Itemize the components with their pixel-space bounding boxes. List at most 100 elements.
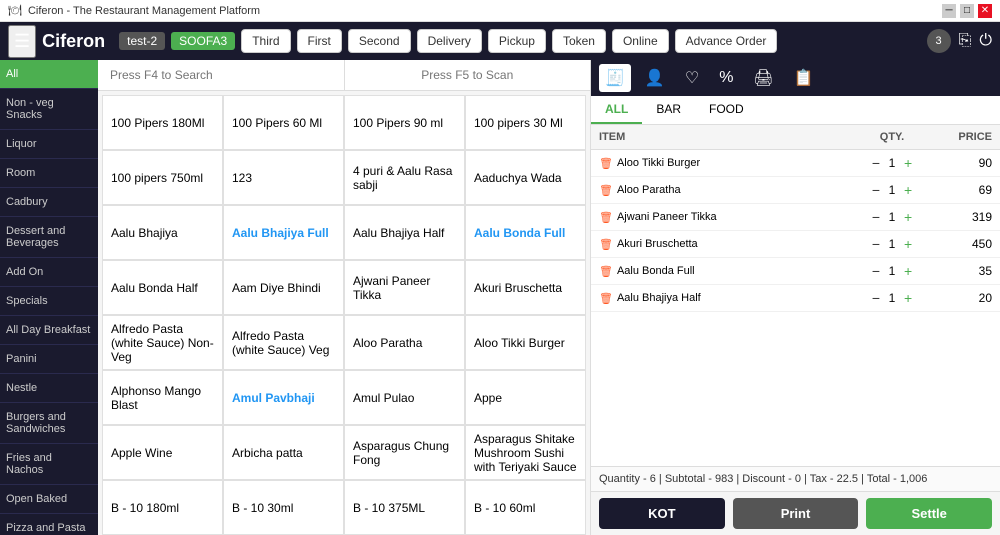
tab-food[interactable]: FOOD bbox=[695, 96, 758, 124]
food-item[interactable]: Ajwani Paneer Tikka bbox=[344, 260, 465, 315]
food-item[interactable]: Aalu Bhajiya Full bbox=[223, 205, 344, 260]
food-item[interactable]: Amul Pulao bbox=[344, 370, 465, 425]
tab-token[interactable]: Token bbox=[552, 29, 606, 53]
qty-increase[interactable]: + bbox=[904, 209, 912, 225]
food-item[interactable]: Aalu Bonda Full bbox=[465, 205, 586, 260]
food-item[interactable]: B - 10 375ML bbox=[344, 480, 465, 535]
food-item[interactable]: Aalu Bonda Half bbox=[102, 260, 223, 315]
food-item[interactable]: Arbicha patta bbox=[223, 425, 344, 480]
tab-all[interactable]: ALL bbox=[591, 96, 642, 124]
food-item[interactable]: Asparagus Shitake Mushroom Sushi with Te… bbox=[465, 425, 586, 480]
food-item[interactable]: Akuri Bruschetta bbox=[465, 260, 586, 315]
food-item[interactable]: 100 pipers 30 Ml bbox=[465, 95, 586, 150]
food-item[interactable]: B - 10 30ml bbox=[223, 480, 344, 535]
sidebar-item-specials[interactable]: Specials bbox=[0, 287, 98, 316]
titlebar-controls[interactable]: ─ □ ✕ bbox=[942, 4, 992, 18]
print-button[interactable]: Print bbox=[733, 498, 859, 529]
qty-decrease[interactable]: − bbox=[872, 290, 880, 306]
delete-item-icon[interactable]: 🗑 bbox=[599, 292, 613, 305]
hamburger-menu[interactable]: ☰ bbox=[8, 25, 36, 58]
food-item[interactable]: 100 Pipers 60 Ml bbox=[223, 95, 344, 150]
food-item[interactable]: 4 puri & Aalu Rasa sabji bbox=[344, 150, 465, 205]
sidebar-item-addon[interactable]: Add On bbox=[0, 258, 98, 287]
maximize-button[interactable]: □ bbox=[960, 4, 974, 18]
food-item[interactable]: Alfredo Pasta (white Sauce) Veg bbox=[223, 315, 344, 370]
sidebar-item-burgers[interactable]: Burgers and Sandwiches bbox=[0, 403, 98, 444]
food-item[interactable]: Amul Pavbhaji bbox=[223, 370, 344, 425]
sidebar-item-nonveg[interactable]: Non - veg Snacks bbox=[0, 89, 98, 130]
food-item[interactable]: Alphonso Mango Blast bbox=[102, 370, 223, 425]
food-item[interactable]: Aloo Paratha bbox=[344, 315, 465, 370]
food-item[interactable]: 123 bbox=[223, 150, 344, 205]
qty-decrease[interactable]: − bbox=[872, 155, 880, 171]
tab-second[interactable]: Second bbox=[348, 29, 411, 53]
food-item[interactable]: Aalu Bhajiya Half bbox=[344, 205, 465, 260]
food-item[interactable]: 100 pipers 750ml bbox=[102, 150, 223, 205]
sidebar-item-panini[interactable]: Panini bbox=[0, 345, 98, 374]
qty-decrease[interactable]: − bbox=[872, 263, 880, 279]
sidebar-item-pizza[interactable]: Pizza and Pasta bbox=[0, 514, 98, 535]
sidebar-item-nestle[interactable]: Nestle bbox=[0, 374, 98, 403]
delete-item-icon[interactable]: 🗑 bbox=[599, 184, 613, 197]
tab-bar[interactable]: BAR bbox=[642, 96, 695, 124]
sidebar-item-cadbury[interactable]: Cadbury bbox=[0, 188, 98, 217]
bill-row-name: 🗑 Akuri Bruschetta bbox=[599, 238, 852, 251]
scan-input[interactable] bbox=[344, 60, 591, 90]
settle-button[interactable]: Settle bbox=[866, 498, 992, 529]
food-item[interactable]: Aloo Tikki Burger bbox=[465, 315, 586, 370]
qty-increase[interactable]: + bbox=[904, 236, 912, 252]
food-item[interactable]: Appe bbox=[465, 370, 586, 425]
minimize-button[interactable]: ─ bbox=[942, 4, 956, 18]
food-item[interactable]: 100 Pipers 180Ml bbox=[102, 95, 223, 150]
qty-increase[interactable]: + bbox=[904, 290, 912, 306]
kot-button[interactable]: KOT bbox=[599, 498, 725, 529]
qty-decrease[interactable]: − bbox=[872, 182, 880, 198]
search-input[interactable] bbox=[98, 60, 344, 90]
qty-decrease[interactable]: − bbox=[872, 209, 880, 225]
sidebar-item-breakfast[interactable]: All Day Breakfast bbox=[0, 316, 98, 345]
food-item[interactable]: Apple Wine bbox=[102, 425, 223, 480]
qty-control: − 1 + bbox=[852, 155, 932, 171]
food-item[interactable]: 100 Pipers 90 ml bbox=[344, 95, 465, 150]
qty-increase[interactable]: + bbox=[904, 155, 912, 171]
food-item[interactable]: Aaduchya Wada bbox=[465, 150, 586, 205]
qty-decrease[interactable]: − bbox=[872, 236, 880, 252]
tab-delivery[interactable]: Delivery bbox=[417, 29, 482, 53]
food-item[interactable]: Alfredo Pasta (white Sauce) Non-Veg bbox=[102, 315, 223, 370]
qty-control: − 1 + bbox=[852, 182, 932, 198]
tab-pickup[interactable]: Pickup bbox=[488, 29, 546, 53]
tab-third[interactable]: Third bbox=[241, 29, 290, 53]
percent-icon[interactable]: % bbox=[713, 65, 739, 91]
qty-value: 1 bbox=[884, 237, 900, 251]
user-icon[interactable]: 👤 bbox=[639, 64, 671, 92]
food-item[interactable]: Asparagus Chung Fong bbox=[344, 425, 465, 480]
power-icon[interactable]: ⏻ bbox=[979, 32, 992, 50]
tab-online[interactable]: Online bbox=[612, 29, 669, 53]
delete-item-icon[interactable]: 🗑 bbox=[599, 238, 613, 251]
sidebar-item-liquor[interactable]: Liquor bbox=[0, 130, 98, 159]
qty-increase[interactable]: + bbox=[904, 182, 912, 198]
note-icon[interactable]: 📋 bbox=[788, 64, 820, 92]
sidebar-item-fries[interactable]: Fries and Nachos bbox=[0, 444, 98, 485]
delete-item-icon[interactable]: 🗑 bbox=[599, 211, 613, 224]
delete-item-icon[interactable]: 🗑 bbox=[599, 157, 613, 170]
sidebar-item-openbaked[interactable]: Open Baked bbox=[0, 485, 98, 514]
bill-icon[interactable]: 🧾 bbox=[599, 64, 631, 92]
sidebar-item-room[interactable]: Room bbox=[0, 159, 98, 188]
food-item[interactable]: Aam Diye Bhindi bbox=[223, 260, 344, 315]
bill-item-price: 20 bbox=[932, 291, 992, 305]
print-header-icon[interactable]: 🖨 bbox=[747, 64, 779, 92]
tab-advance-order[interactable]: Advance Order bbox=[675, 29, 778, 53]
sidebar-item-dessert[interactable]: Dessert and Beverages bbox=[0, 217, 98, 258]
close-button[interactable]: ✕ bbox=[978, 4, 992, 18]
delete-item-icon[interactable]: 🗑 bbox=[599, 265, 613, 278]
sidebar-item-all[interactable]: All bbox=[0, 60, 98, 89]
food-item[interactable]: Aalu Bhajiya bbox=[102, 205, 223, 260]
tab-first[interactable]: First bbox=[297, 29, 342, 53]
heart-icon[interactable]: ♡ bbox=[679, 64, 705, 92]
food-item[interactable]: B - 10 60ml bbox=[465, 480, 586, 535]
copy-icon[interactable]: ⎘ bbox=[959, 32, 972, 50]
food-item[interactable]: B - 10 180ml bbox=[102, 480, 223, 535]
active-session-tag[interactable]: SOOFA3 bbox=[171, 32, 235, 50]
qty-increase[interactable]: + bbox=[904, 263, 912, 279]
